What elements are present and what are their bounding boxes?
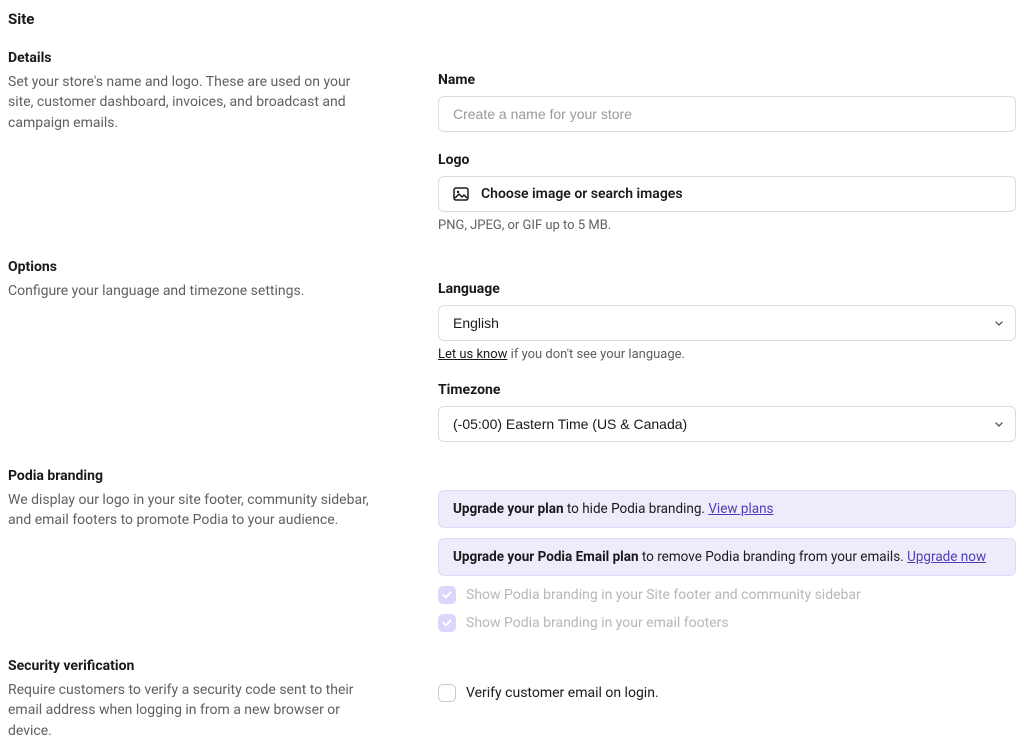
branding-check-site-label: Show Podia branding in your Site footer …: [466, 587, 861, 603]
security-desc: Require customers to verify a security c…: [8, 680, 378, 741]
checkbox-locked: [438, 614, 456, 632]
branding-check-site: Show Podia branding in your Site footer …: [438, 586, 1016, 604]
alert2-rest: to remove Podia branding from your email…: [639, 549, 908, 565]
branding-alert-email: Upgrade your Podia Email plan to remove …: [438, 538, 1016, 576]
language-helper: Let us know if you don't see your langua…: [438, 347, 1016, 362]
view-plans-link[interactable]: View plans: [708, 501, 773, 517]
section-security-right: Verify customer email on login.: [438, 658, 1016, 741]
alert2-strong: Upgrade your Podia Email plan: [453, 549, 639, 565]
language-field-block: Language English Let us know if you don'…: [438, 281, 1016, 362]
logo-picker[interactable]: Choose image or search images: [438, 176, 1016, 212]
language-label: Language: [438, 281, 1016, 297]
section-branding: Podia branding We display our logo in yo…: [8, 468, 1016, 632]
language-select-wrap: English: [438, 305, 1016, 341]
options-desc: Configure your language and timezone set…: [8, 281, 378, 301]
logo-picker-text: Choose image or search images: [481, 186, 683, 202]
details-heading: Details: [8, 50, 378, 66]
security-check-row: Verify customer email on login.: [438, 684, 1016, 702]
logo-field-block: Logo Choose image or search images PNG, …: [438, 152, 1016, 233]
section-security-left: Security verification Require customers …: [8, 658, 438, 741]
branding-check-email-label: Show Podia branding in your email footer…: [466, 615, 729, 631]
options-heading: Options: [8, 259, 378, 275]
verify-email-label: Verify customer email on login.: [466, 685, 659, 701]
section-security: Security verification Require customers …: [8, 658, 1016, 741]
section-options-right: Language English Let us know if you don'…: [438, 259, 1016, 442]
upgrade-now-link[interactable]: Upgrade now: [907, 549, 986, 565]
section-details-right: Name Logo Choose image or search images …: [438, 50, 1016, 233]
branding-alert-plan: Upgrade your plan to hide Podia branding…: [438, 490, 1016, 528]
language-helper-rest: if you don't see your language.: [507, 347, 685, 362]
name-field-block: Name: [438, 72, 1016, 132]
timezone-field-block: Timezone (-05:00) Eastern Time (US & Can…: [438, 382, 1016, 442]
timezone-select[interactable]: (-05:00) Eastern Time (US & Canada): [438, 406, 1016, 442]
section-details-left: Details Set your store's name and logo. …: [8, 50, 438, 233]
logo-helper: PNG, JPEG, or GIF up to 5 MB.: [438, 218, 1016, 233]
timezone-select-wrap: (-05:00) Eastern Time (US & Canada): [438, 406, 1016, 442]
branding-desc: We display our logo in your site footer,…: [8, 490, 378, 531]
timezone-label: Timezone: [438, 382, 1016, 398]
alert1-strong: Upgrade your plan: [453, 501, 564, 517]
section-branding-right: Upgrade your plan to hide Podia branding…: [438, 468, 1016, 632]
checkbox-locked: [438, 586, 456, 604]
branding-heading: Podia branding: [8, 468, 378, 484]
name-label: Name: [438, 72, 1016, 88]
section-branding-left: Podia branding We display our logo in yo…: [8, 468, 438, 632]
verify-email-checkbox[interactable]: [438, 684, 456, 702]
image-icon: [453, 187, 469, 201]
branding-check-email: Show Podia branding in your email footer…: [438, 614, 1016, 632]
name-input[interactable]: [438, 96, 1016, 132]
section-details: Details Set your store's name and logo. …: [8, 50, 1016, 233]
logo-label: Logo: [438, 152, 1016, 168]
details-desc: Set your store's name and logo. These ar…: [8, 72, 378, 133]
alert1-rest: to hide Podia branding.: [564, 501, 709, 517]
page-title: Site: [8, 10, 1016, 28]
language-helper-link[interactable]: Let us know: [438, 347, 507, 362]
security-heading: Security verification: [8, 658, 378, 674]
section-options: Options Configure your language and time…: [8, 259, 1016, 442]
section-options-left: Options Configure your language and time…: [8, 259, 438, 442]
language-select[interactable]: English: [438, 305, 1016, 341]
